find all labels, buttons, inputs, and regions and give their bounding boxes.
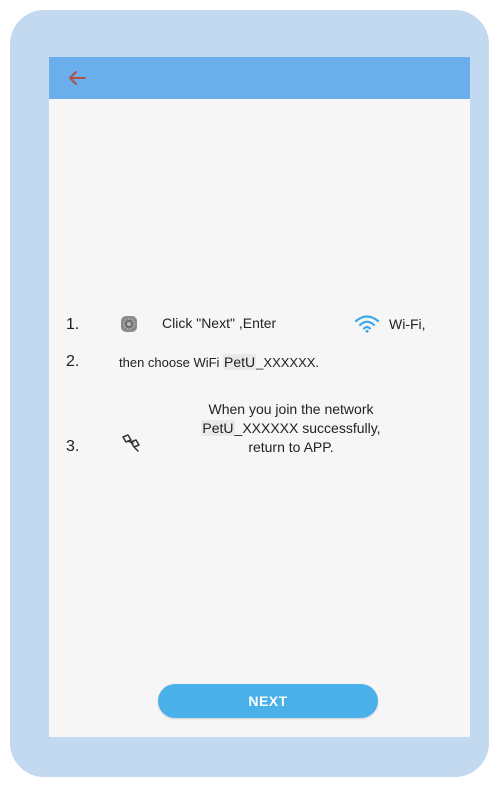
step-2-suffix: _XXXXXX. [256,355,320,370]
step-number: 3. [66,438,80,455]
phone-frame: 1. Click "Next" ,Enter Wi-Fi, 2. then ch… [10,10,489,777]
step-3-line-3: return to APP. [248,439,334,455]
step-1: 1. Click "Next" ,Enter Wi-Fi, [49,313,470,337]
network-name-highlight: PetU [223,354,257,370]
step-3-line-2: PetU_XXXXXX successfully, [159,419,423,438]
step-number: 2. [66,353,80,370]
step-3-line-2-suffix: _XXXXXX successfully, [234,420,381,436]
step-3-text: When you join the network PetU_XXXXXX su… [159,400,423,457]
step-1-wifi-label: Wi-Fi, [389,316,426,332]
step-3-line-1: When you join the network [208,401,374,417]
step-2: 2. then choose WiFi PetU_XXXXXX. [49,350,470,372]
step-number: 1. [66,316,80,333]
wifi-icon [354,315,380,336]
arrow-left-icon [69,71,86,85]
next-button[interactable]: NEXT [158,684,378,718]
back-button[interactable] [63,66,91,90]
step-2-text: then choose WiFi PetU_XXXXXX. [119,354,319,370]
settings-gear-icon [120,315,138,336]
link-icon [119,432,143,455]
step-3: 3. When you join the network PetU_XXXXXX… [49,400,470,470]
app-bar [49,57,470,99]
network-name-highlight: PetU [201,420,235,436]
app-screen: 1. Click "Next" ,Enter Wi-Fi, 2. then ch… [49,57,470,737]
step-1-text: Click "Next" ,Enter [162,315,277,331]
step-2-prefix: then choose WiFi [119,355,224,370]
